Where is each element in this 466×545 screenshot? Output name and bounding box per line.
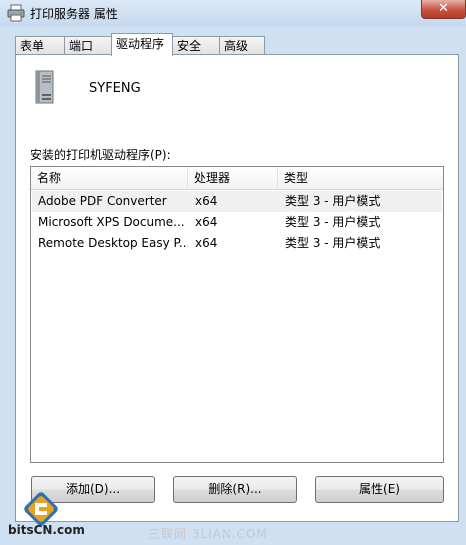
title-bar: 打印服务器 属性 ✕	[0, 0, 466, 26]
tab-strip: 表单 端口 安全 高级 驱动程序	[0, 33, 466, 56]
window-title: 打印服务器 属性	[30, 7, 118, 21]
tab-forms[interactable]: 表单	[15, 36, 65, 55]
driver-name: Remote Desktop Easy P...	[38, 236, 188, 250]
table-row[interactable]: Remote Desktop Easy P... x64 类型 3 - 用户模式	[32, 233, 442, 254]
driver-processor: x64	[195, 194, 218, 208]
tab-security[interactable]: 安全	[172, 36, 220, 55]
column-header-name[interactable]: 名称	[31, 167, 188, 189]
drivers-list-label: 安装的打印机驱动程序(P):	[30, 148, 171, 162]
column-header-type[interactable]: 类型	[278, 167, 443, 189]
tab-advanced[interactable]: 高级	[219, 36, 265, 55]
driver-type: 类型 3 - 用户模式	[285, 194, 381, 208]
driver-type: 类型 3 - 用户模式	[285, 215, 381, 229]
watermark-right-text: 三联网 3LIAN.COM	[148, 527, 268, 541]
server-icon	[35, 70, 54, 104]
driver-processor: x64	[195, 215, 218, 229]
watermark-left-text: bitsCN.com	[8, 523, 85, 537]
table-row[interactable]: Adobe PDF Converter x64 类型 3 - 用户模式	[32, 191, 442, 212]
driver-name: Microsoft XPS Docume...	[38, 215, 185, 229]
driver-name: Adobe PDF Converter	[38, 194, 167, 208]
server-name: SYFENG	[89, 81, 141, 96]
drivers-list[interactable]: 名称 处理器 类型 Adobe PDF Converter x64 类型 3 -…	[30, 166, 444, 463]
table-row[interactable]: Microsoft XPS Docume... x64 类型 3 - 用户模式	[32, 212, 442, 233]
driver-processor: x64	[195, 236, 218, 250]
printer-icon	[7, 4, 25, 22]
close-button[interactable]: ✕	[421, 0, 466, 19]
driver-properties-button[interactable]: 属性(E)	[315, 476, 444, 503]
driver-type: 类型 3 - 用户模式	[285, 236, 381, 250]
remove-driver-button[interactable]: 删除(R)...	[173, 476, 297, 503]
list-header: 名称 处理器 类型	[31, 167, 443, 190]
tab-drivers[interactable]: 驱动程序	[111, 33, 173, 56]
tab-ports[interactable]: 端口	[64, 36, 113, 55]
close-icon: ✕	[438, 1, 449, 16]
column-header-processor[interactable]: 处理器	[188, 167, 278, 189]
